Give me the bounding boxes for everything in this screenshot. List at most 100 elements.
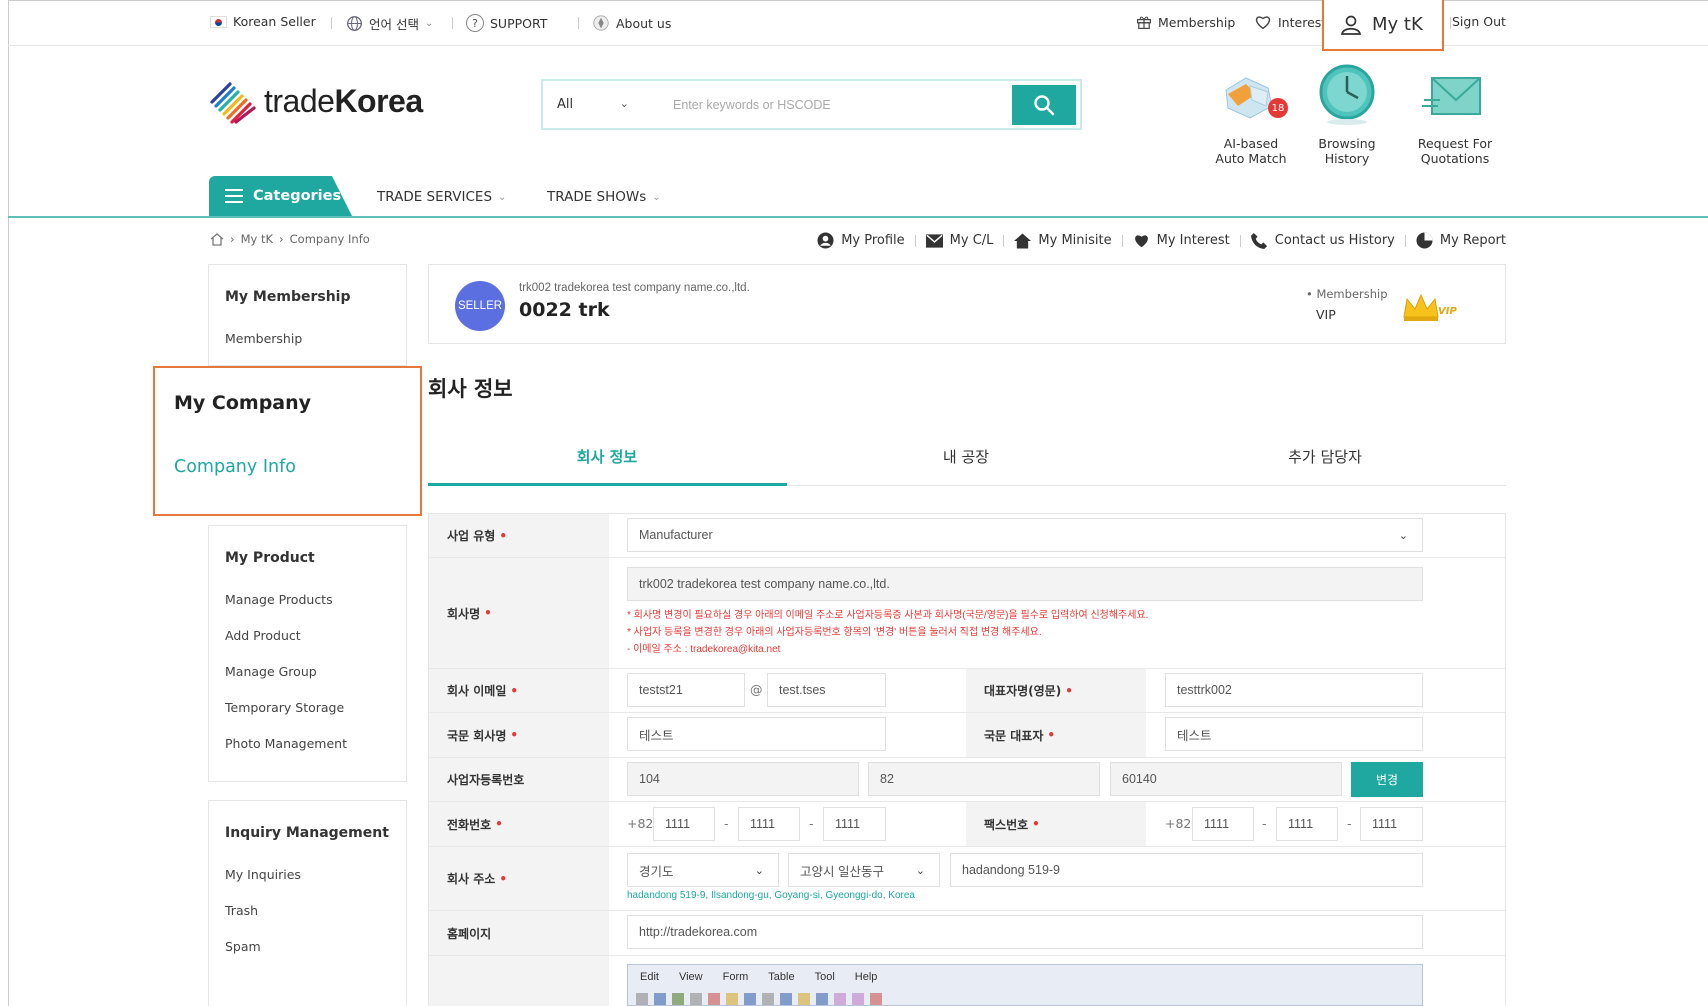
home-icon[interactable] [210,232,224,246]
tradekorea-logo[interactable]: tradeKorea [208,78,423,124]
chevron-down-icon: ⌄ [619,97,629,110]
about-link[interactable]: About us [592,14,671,32]
sidebar-item-spam[interactable]: Spam [209,939,261,954]
sidebar-item-add-product[interactable]: Add Product [209,628,301,643]
mytk-label: My tK [1372,14,1423,35]
membership-link[interactable]: Membership [1136,14,1235,30]
categories-label: Categories [253,188,342,204]
signout-link[interactable]: Sign Out [1452,14,1506,29]
homepage-field[interactable]: http://tradekorea.com [627,915,1423,949]
chevron-down-icon: ⌄ [754,864,764,877]
fax-label-text: 팩스번호 [984,817,1029,832]
kor-company-label: 국문 회사명 • [429,713,609,757]
toolbar-emoji-icon[interactable] [798,993,810,1005]
my-profile-label: My Profile [841,233,905,248]
toolbar-paste-icon[interactable] [726,993,738,1005]
browsing-history-link[interactable]: Browsing History [1297,60,1397,166]
chevron-down-icon: ⌄ [424,18,434,29]
breadcrumb-company-info[interactable]: Company Info [290,232,370,246]
sidebar-item-manage-products[interactable]: Manage Products [209,592,333,607]
toolbar-merge-icon[interactable] [834,993,846,1005]
breadcrumb-separator: › [230,232,235,246]
my-cl-link[interactable]: My C/L [916,233,1004,248]
toolbar-split-icon[interactable] [852,993,864,1005]
categories-button[interactable]: Categories [209,176,352,216]
ai-auto-match-link[interactable]: 18 AI-based Auto Match [1201,60,1301,166]
phone-part-3[interactable]: 1111 [823,807,886,841]
editor-menu-edit[interactable]: Edit [640,971,659,983]
support-link[interactable]: ? SUPPORT [466,14,547,32]
tab-my-factory[interactable]: 내 공장 [787,446,1145,467]
homepage-label-text: 홈페이지 [447,926,492,941]
sidebar-item-manage-group[interactable]: Manage Group [209,664,317,679]
interest-link[interactable]: Interest [1254,14,1326,30]
company-name-note-1: * 회사명 변경이 필요하실 경우 아래의 이메일 주소로 사업자등록증 사본과… [627,610,1149,621]
page-title: 회사 정보 [428,377,513,401]
my-interest-link[interactable]: My Interest [1123,233,1240,248]
bizno-change-button[interactable]: 변경 [1351,762,1423,797]
divider [578,17,579,29]
toolbar-new-icon[interactable] [636,993,648,1005]
sidebar-item-photo-management[interactable]: Photo Management [209,736,347,751]
sidebar-item-temporary-storage[interactable]: Temporary Storage [209,700,344,715]
trade-shows-menu[interactable]: TRADE SHOWs ⌄ [547,189,661,205]
address-detail-field[interactable]: hadandong 519-9 [950,853,1423,887]
breadcrumb: › My tK › Company Info [210,232,370,246]
language-select[interactable]: 언어 선택 ⌄ [346,14,433,33]
toolbar-print-icon[interactable] [672,993,684,1005]
rich-text-editor[interactable]: Edit View Form Table Tool Help [627,964,1423,1006]
sidebar-item-trash[interactable]: Trash [209,903,258,918]
support-label: SUPPORT [490,15,548,31]
my-report-link[interactable]: My Report [1406,232,1506,249]
search-input[interactable]: Enter keywords or HSCODE [643,98,1012,112]
kor-rep-field[interactable]: 테스트 [1165,717,1423,751]
breadcrumb-mytk[interactable]: My tK [241,232,273,246]
editor-menu-view[interactable]: View [679,971,703,983]
address-city-select[interactable]: 고양시 일산동구 ⌄ [788,853,940,887]
sidebar-item-membership[interactable]: Membership [209,331,302,346]
company-name-label: 회사명 • [429,558,609,668]
toolbar-undo-icon[interactable] [690,993,702,1005]
tab-company-info[interactable]: 회사 정보 [428,446,786,467]
editor-menu-tool[interactable]: Tool [815,971,835,983]
my-minisite-link[interactable]: My Minisite [1004,232,1121,249]
fax-part-2[interactable]: 1111 [1276,807,1338,841]
toolbar-save-icon[interactable] [654,993,666,1005]
business-type-select[interactable]: Manufacturer ⌄ [627,518,1423,552]
my-profile-link[interactable]: My Profile [807,232,914,249]
tab-additional-contact[interactable]: 추가 담당자 [1146,446,1504,467]
fax-label: 팩스번호 • [966,802,1146,846]
fax-part-3[interactable]: 1111 [1360,807,1423,841]
editor-menu-bar: Edit View Form Table Tool Help [628,965,1422,989]
toolbar-spell-icon[interactable] [870,993,882,1005]
email-label: 회사 이메일 • [429,669,609,712]
rfq-link[interactable]: Request For Quotations [1395,60,1515,166]
search-category-select[interactable]: All ⌄ [543,97,643,112]
toolbar-symbol-icon[interactable] [762,993,774,1005]
sidebar-inquiry-section: Inquiry Management My Inquiries Trash Sp… [208,800,407,1006]
fax-part-1[interactable]: 1111 [1192,807,1254,841]
phone-part-2[interactable]: 1111 [738,807,800,841]
toolbar-format-icon[interactable] [744,993,756,1005]
editor-menu-table[interactable]: Table [768,971,794,983]
phone-part-1[interactable]: 1111 [653,807,715,841]
korean-seller-link[interactable]: Korean Seller [210,14,316,29]
company-name-note-2: * 사업자 등록을 변경한 경우 아래의 사업자등록번호 항목의 '변경' 버튼… [627,627,1042,638]
vip-text: VIP [1438,306,1457,317]
sidebar-item-my-inquiries[interactable]: My Inquiries [209,867,301,882]
mytk-link[interactable]: My tK [1322,0,1444,51]
editor-menu-form[interactable]: Form [723,971,749,983]
kor-company-field[interactable]: 테스트 [627,717,886,751]
toolbar-cut-icon[interactable] [708,993,720,1005]
toolbar-image-icon[interactable] [780,993,792,1005]
sidebar-item-company-info[interactable]: Company Info [174,457,296,477]
editor-menu-help[interactable]: Help [855,971,878,983]
trade-services-menu[interactable]: TRADE SERVICES ⌄ [377,189,506,205]
toolbar-table-icon[interactable] [816,993,828,1005]
rep-en-field[interactable]: testtrk002 [1165,673,1423,707]
search-button[interactable] [1012,84,1076,125]
contact-history-link[interactable]: Contact us History [1241,232,1405,249]
address-province-select[interactable]: 경기도 ⌄ [627,853,779,887]
email-user-field[interactable]: testst21 [627,673,745,707]
email-domain-field[interactable]: test.tses [767,673,886,707]
